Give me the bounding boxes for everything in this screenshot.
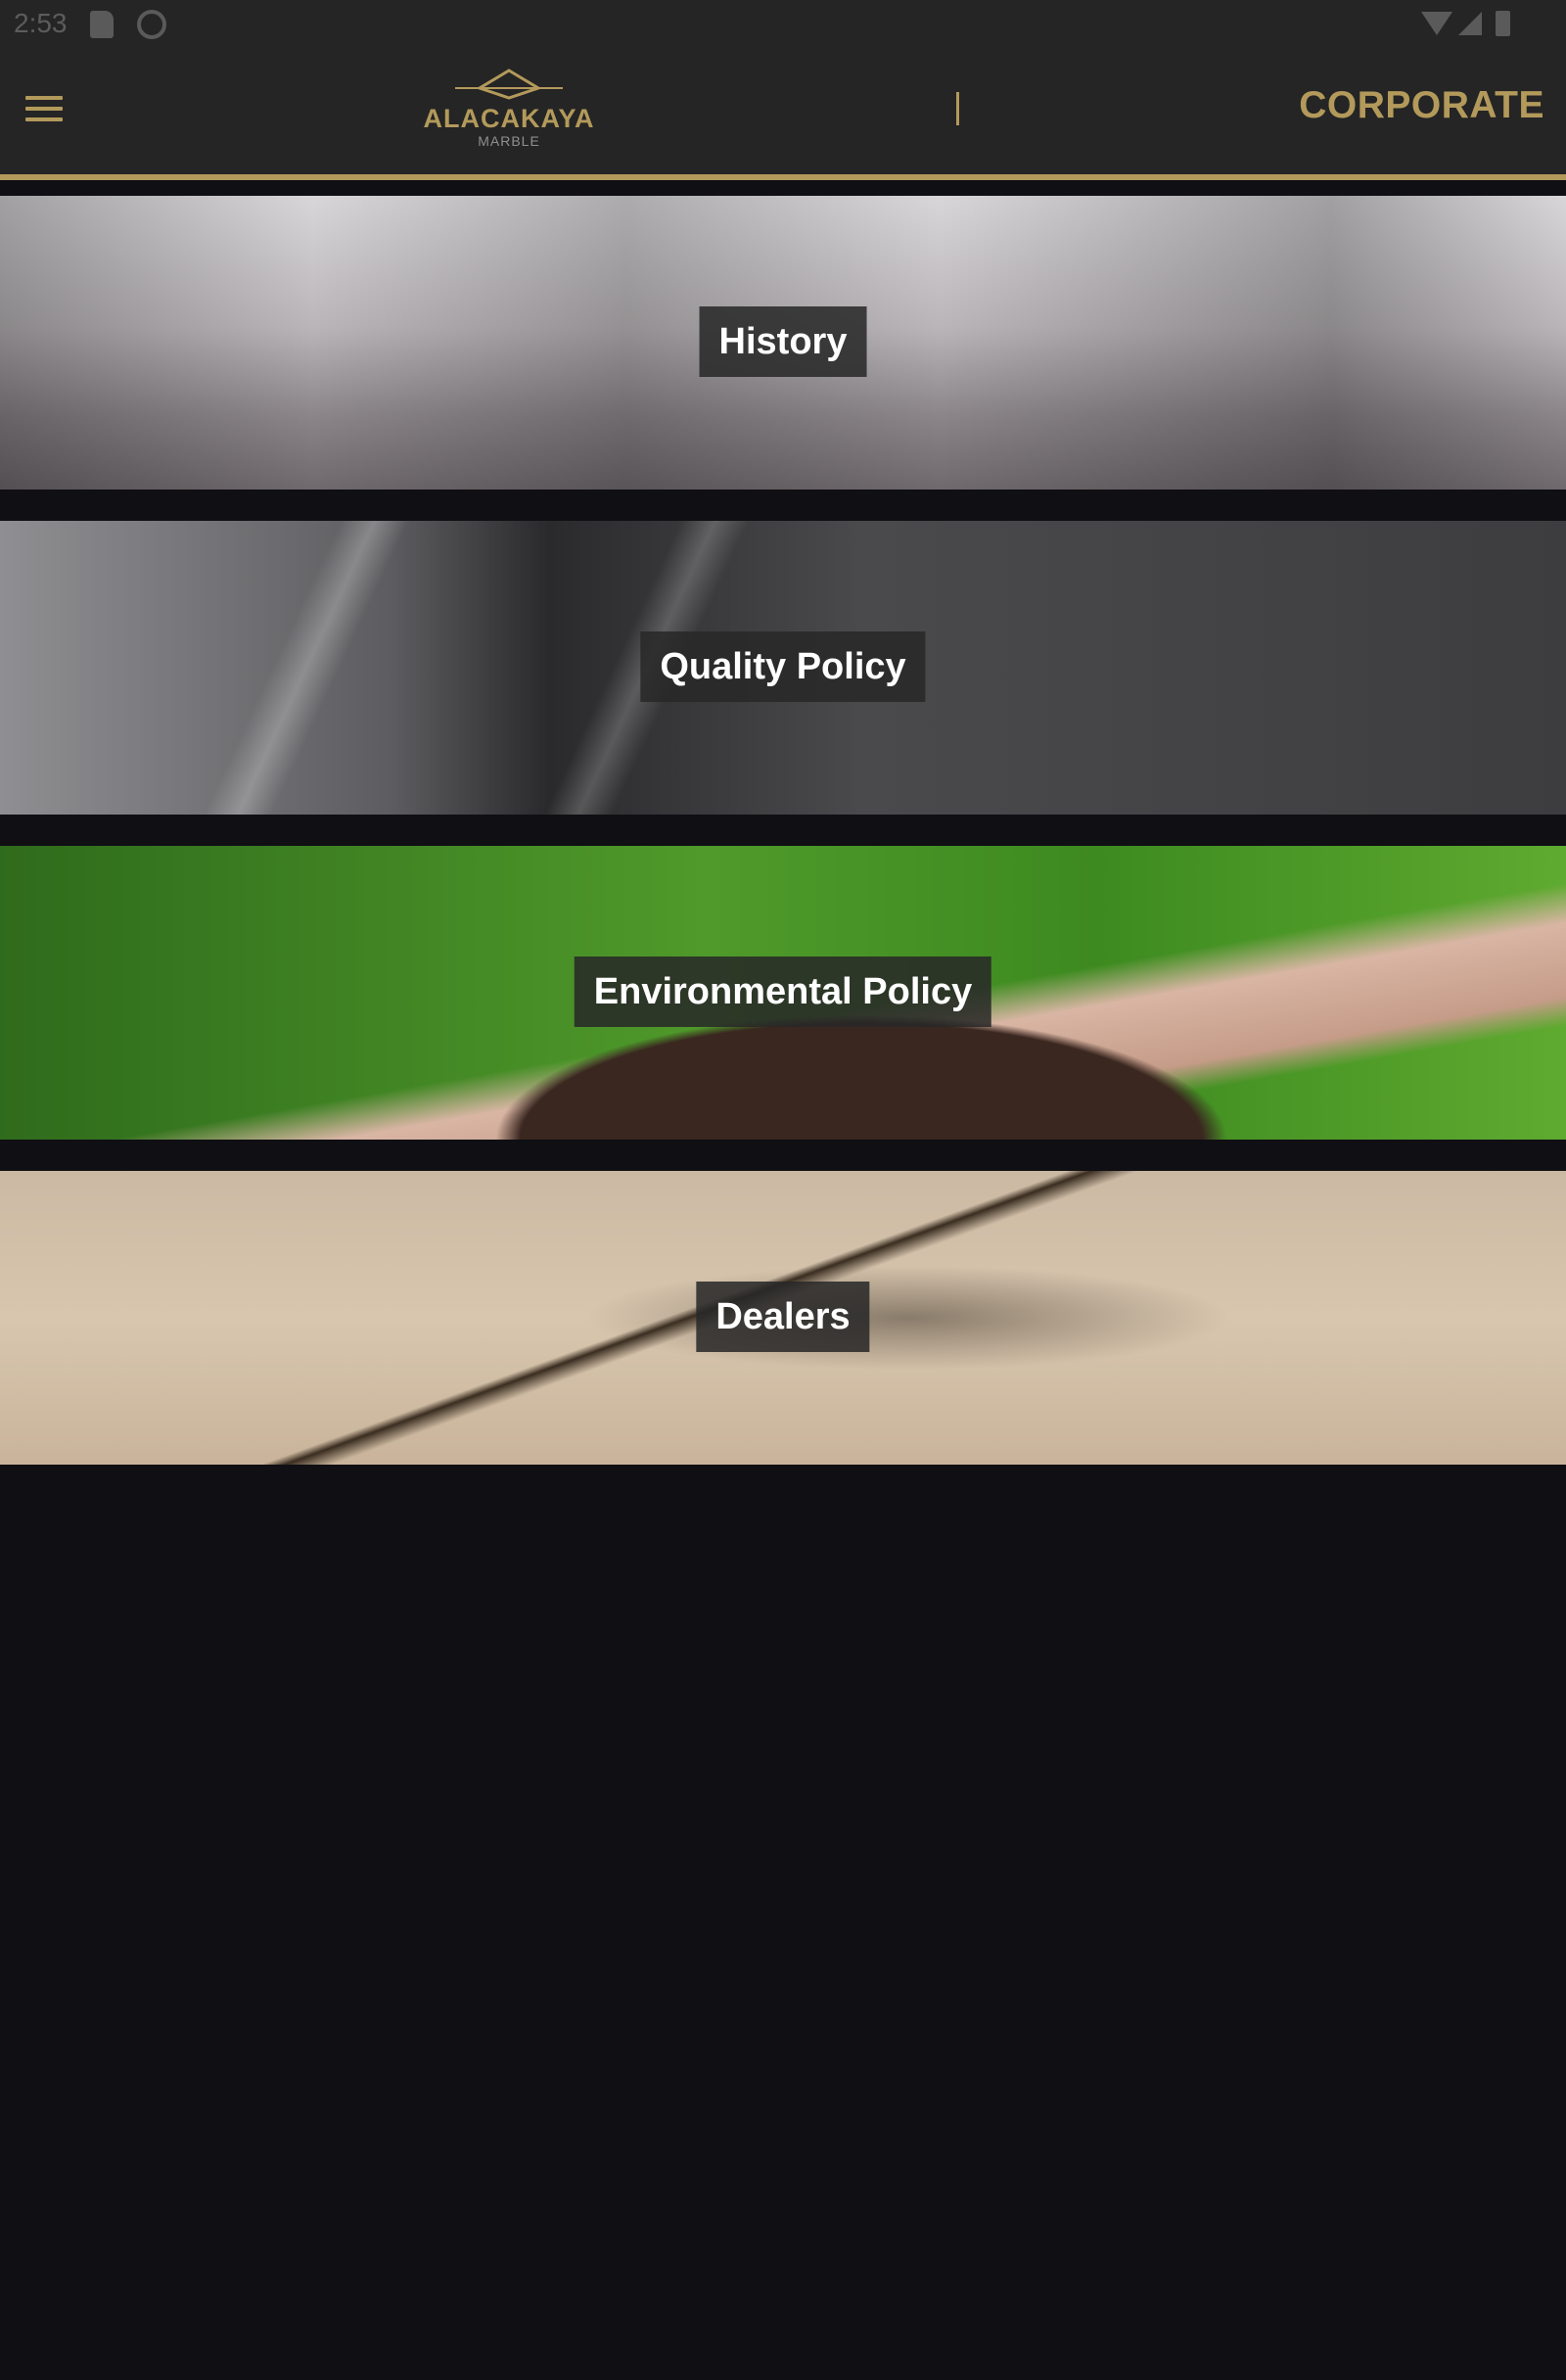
logo-text: ALACAKAYA xyxy=(423,104,595,133)
title-divider xyxy=(956,92,959,125)
logo-mark-icon xyxy=(455,69,563,100)
page-title: CORPORATE xyxy=(1299,84,1544,126)
logo-subtext: MARBLE xyxy=(478,133,540,149)
brand-logo[interactable]: ALACAKAYA MARBLE xyxy=(401,67,607,149)
banner-label: Quality Policy xyxy=(640,631,926,702)
banner-history[interactable]: History xyxy=(0,196,1566,490)
app-bar: ALACAKAYA MARBLE CORPORATE xyxy=(0,49,1566,174)
battery-icon xyxy=(1496,11,1510,36)
hamburger-menu-icon[interactable] xyxy=(22,92,67,125)
status-bar: 2:53 xyxy=(0,0,1566,49)
sd-card-icon xyxy=(90,11,114,38)
banner-label: Environmental Policy xyxy=(574,957,992,1027)
wifi-icon xyxy=(1421,12,1452,35)
accent-line xyxy=(0,174,1566,180)
banner-environmental-policy[interactable]: Environmental Policy xyxy=(0,846,1566,1140)
banner-label: History xyxy=(699,306,867,377)
status-time: 2:53 xyxy=(14,8,68,38)
circle-icon xyxy=(137,10,166,39)
banner-quality-policy[interactable]: Quality Policy xyxy=(0,521,1566,815)
banner-dealers[interactable]: Dealers xyxy=(0,1171,1566,1465)
banner-label: Dealers xyxy=(696,1282,870,1352)
signal-icon xyxy=(1458,12,1482,35)
